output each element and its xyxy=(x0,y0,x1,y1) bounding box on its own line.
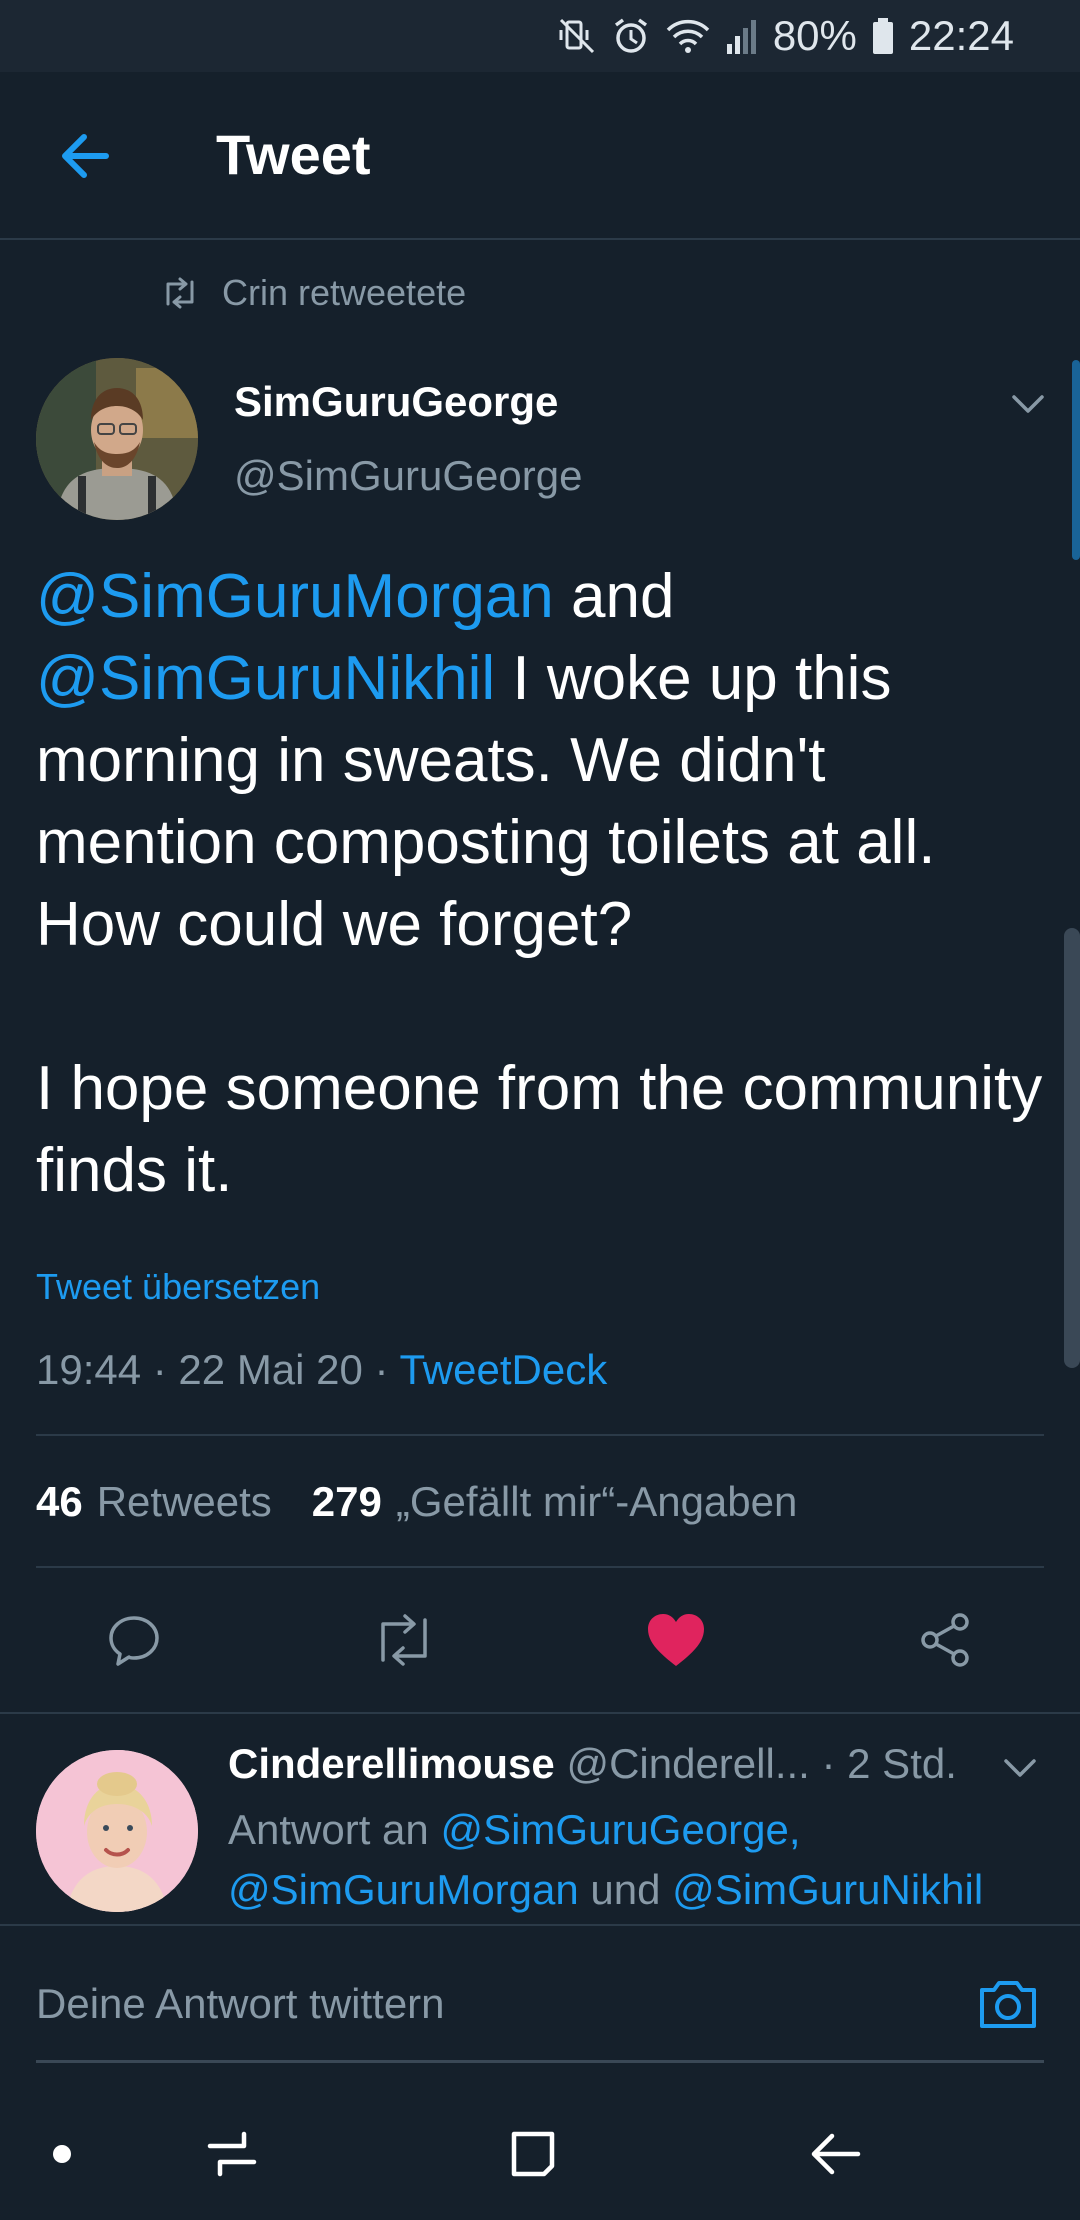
author-handle[interactable]: @SimGuruGeorge xyxy=(234,452,582,500)
reply-context: Antwort an @SimGuruGeorge, @SimGuruMorgan… xyxy=(228,1800,1048,1920)
recent-apps-icon xyxy=(207,2131,257,2177)
back-button[interactable] xyxy=(54,124,118,188)
reply-author-name[interactable]: Cinderellimouse xyxy=(228,1740,555,1787)
mention-link[interactable]: @SimGuruGeorge, xyxy=(440,1806,800,1853)
reply-input[interactable]: Deine Antwort twittern xyxy=(36,1980,445,2028)
chevron-down-icon xyxy=(1012,395,1044,413)
system-nav-bar xyxy=(0,2084,1080,2220)
retweets-count: 46 xyxy=(36,1478,83,1525)
chevron-down-icon xyxy=(1004,1759,1036,1777)
status-bar: 80% 22:24 xyxy=(0,0,1080,72)
tweet-source-link[interactable]: TweetDeck xyxy=(399,1346,607,1393)
reply-composer: Deine Antwort twittern xyxy=(0,1924,1080,2084)
reply-icon xyxy=(109,1616,159,1666)
mention-link[interactable]: @SimGuruMorgan xyxy=(36,562,554,631)
tweet-actions xyxy=(0,1600,1080,1680)
battery-percent: 80% xyxy=(772,12,857,59)
tweet-stats: 46 Retweets 279 „Gefällt mir“-Angaben xyxy=(36,1478,797,1526)
home-icon xyxy=(511,2131,555,2177)
tweet-text-segment: and xyxy=(553,562,675,631)
share-button[interactable] xyxy=(906,1600,986,1680)
tweet-meta: 19:44 · 22 Mai 20 · TweetDeck xyxy=(36,1346,607,1394)
mention-link[interactable]: @SimGuruMorgan xyxy=(228,1866,579,1913)
tweet-timestamp: 19:44 · 22 Mai 20 · xyxy=(36,1346,400,1393)
signal-icon xyxy=(725,16,759,56)
reply-author-handle[interactable]: @Cinderell... xyxy=(566,1740,809,1787)
nav-back-button[interactable] xyxy=(806,2124,866,2184)
mute-vibrate-icon xyxy=(557,16,597,56)
author-avatar[interactable] xyxy=(36,358,198,520)
clock: 22:24 xyxy=(908,12,1014,59)
reply-prefix: Antwort an xyxy=(228,1806,441,1853)
retweet-context-text: Crin retweetete xyxy=(222,272,467,313)
retweet-button[interactable] xyxy=(364,1600,444,1680)
scrollbar-thumb[interactable] xyxy=(1064,928,1080,1368)
home-button[interactable] xyxy=(504,2124,564,2184)
battery-icon xyxy=(871,16,895,56)
author-name[interactable]: SimGuruGeorge xyxy=(234,378,558,426)
mention-link[interactable]: @SimGuruNikhil xyxy=(672,1866,983,1913)
back-icon xyxy=(811,2133,861,2175)
retweets-stat[interactable]: 46 Retweets xyxy=(36,1478,272,1526)
likes-label: „Gefällt mir“-Angaben xyxy=(395,1478,798,1525)
tweet-paragraph-1: @SimGuruMorgan and @SimGuruNikhil I woke… xyxy=(36,556,1046,966)
reply-time: · 2 Std. xyxy=(809,1740,957,1787)
alarm-icon xyxy=(611,16,651,56)
wifi-icon xyxy=(665,16,711,56)
heart-filled-icon xyxy=(648,1614,704,1666)
tweet-menu-button[interactable] xyxy=(1008,384,1048,424)
dot-icon xyxy=(53,2145,71,2163)
reply-button[interactable] xyxy=(94,1600,174,1680)
camera-icon xyxy=(980,1981,1036,2028)
dot-button[interactable] xyxy=(32,2124,92,2184)
retweets-label: Retweets xyxy=(96,1478,272,1525)
reply-join: und xyxy=(578,1866,673,1913)
arrow-left-icon xyxy=(62,134,109,178)
tweet-paragraph-2: I hope someone from the community finds … xyxy=(36,1054,1043,1205)
likes-stat[interactable]: 279 „Gefällt mir“-Angaben xyxy=(312,1478,798,1526)
divider xyxy=(36,1566,1044,1568)
mention-link[interactable]: @SimGuruNikhil xyxy=(36,644,495,713)
divider xyxy=(0,1712,1080,1714)
like-button[interactable] xyxy=(636,1600,716,1680)
recent-apps-button[interactable] xyxy=(202,2124,262,2184)
scroll-indicator-accent xyxy=(1072,360,1080,560)
app-bar: Tweet xyxy=(0,72,1080,240)
retweet-icon xyxy=(166,277,194,309)
reply-author-avatar[interactable] xyxy=(36,1750,198,1912)
retweet-icon xyxy=(381,1614,427,1666)
camera-button[interactable] xyxy=(976,1972,1040,2036)
reply-menu-button[interactable] xyxy=(1000,1748,1040,1788)
status-icons: 80% 22:24 xyxy=(557,12,1014,60)
likes-count: 279 xyxy=(311,1478,382,1525)
divider xyxy=(36,1434,1044,1436)
tweet-text: @SimGuruMorgan and @SimGuruNikhil I woke… xyxy=(36,556,1046,1212)
input-underline xyxy=(36,2060,1044,2063)
retweet-context[interactable]: Crin retweetete xyxy=(160,272,466,314)
share-icon xyxy=(921,1613,969,1667)
reply-header: Cinderellimouse @Cinderell... · 2 Std. xyxy=(228,1740,957,1788)
page-title: Tweet xyxy=(216,123,371,186)
translate-tweet-link[interactable]: Tweet übersetzen xyxy=(36,1266,320,1308)
